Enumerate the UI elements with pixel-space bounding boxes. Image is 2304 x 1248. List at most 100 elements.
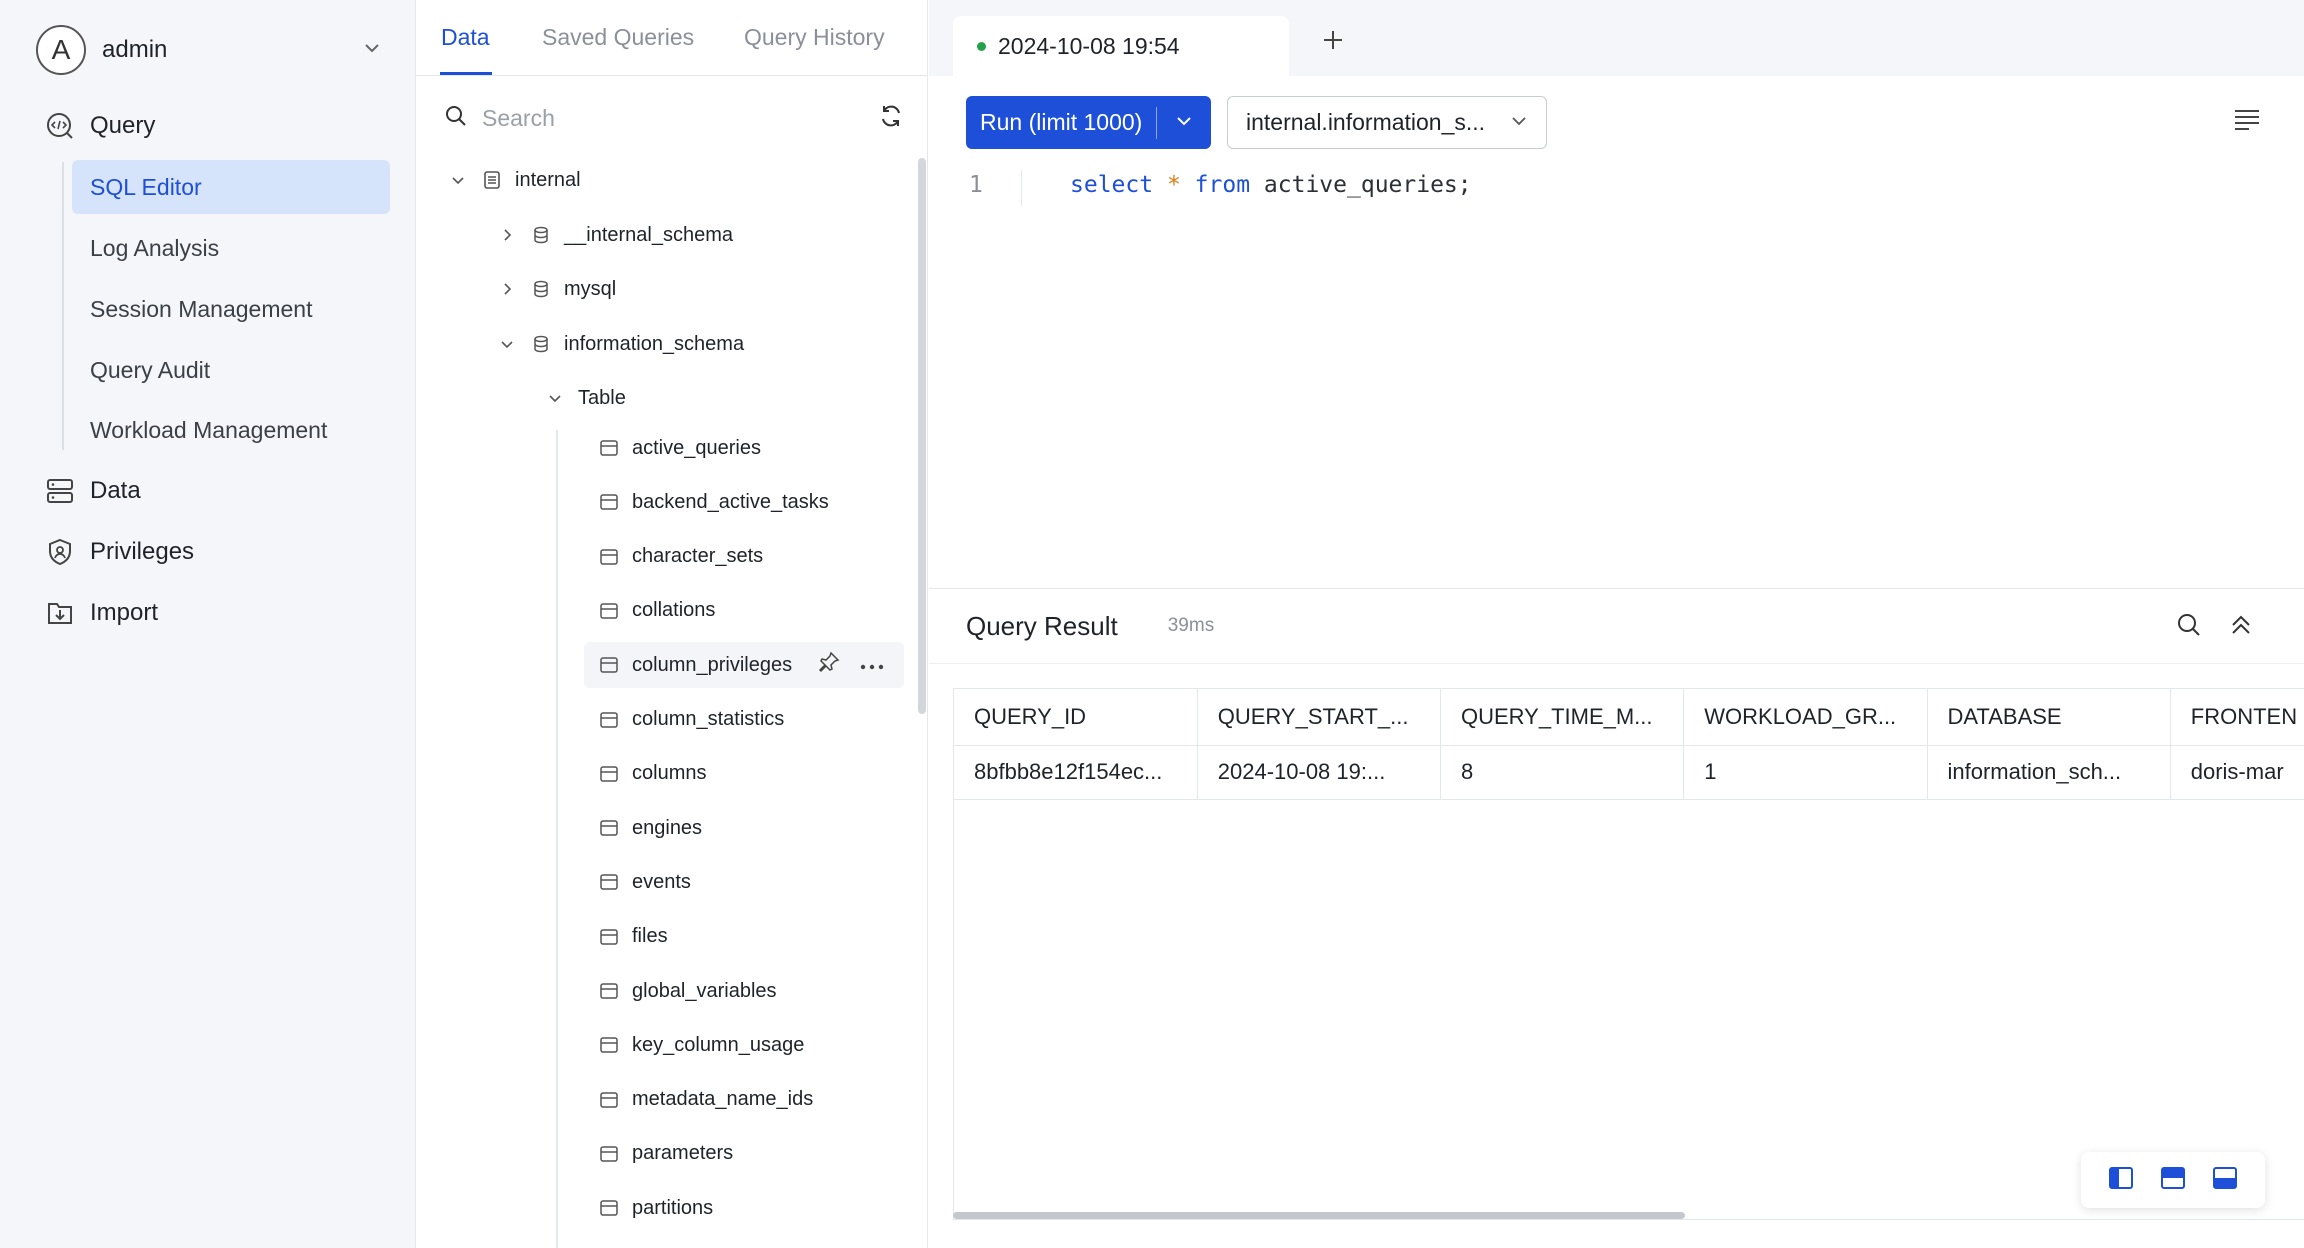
search-input[interactable] — [482, 104, 842, 132]
grid-horizontal-scrollbar[interactable] — [953, 1212, 1685, 1219]
nav-item-privileges[interactable]: Privileges — [44, 525, 194, 579]
table-icon — [598, 1034, 620, 1056]
column-header[interactable]: QUERY_TIME_M... — [1440, 689, 1685, 746]
nav-item-workload-management[interactable]: Workload Management — [72, 403, 390, 457]
catalog-icon — [481, 169, 503, 191]
pin-icon[interactable] — [818, 651, 840, 679]
layout-left-panel-icon[interactable] — [2108, 1166, 2134, 1195]
username: admin — [102, 36, 168, 63]
column-header[interactable]: DATABASE — [1927, 689, 2171, 746]
table-cell[interactable]: 2024-10-08 19:... — [1197, 745, 1442, 800]
table-node[interactable]: engines — [584, 805, 904, 851]
tree-node-schema[interactable]: __internal_schema — [496, 211, 733, 259]
layout-top-panel-icon[interactable] — [2160, 1166, 2186, 1195]
tab-data[interactable]: Data — [441, 24, 490, 51]
table-node[interactable]: global_variables — [584, 968, 904, 1014]
table-icon — [598, 1089, 620, 1111]
chevron-down-icon — [362, 38, 382, 63]
table-node[interactable]: metadata_name_ids — [584, 1077, 904, 1123]
tab-query-history[interactable]: Query History — [744, 24, 885, 51]
line-number: 1 — [969, 172, 983, 198]
editor-tab-bar: 2024-10-08 19:54 — [929, 0, 2304, 76]
table-node-label: character_sets — [632, 545, 764, 568]
table-icon — [598, 980, 620, 1002]
database-icon — [530, 224, 552, 246]
table-node[interactable]: partitions — [584, 1185, 904, 1231]
table-node[interactable]: column_privileges — [584, 642, 904, 689]
table-icon — [598, 871, 620, 893]
table-cell[interactable]: doris-mar — [2170, 745, 2304, 800]
table-node[interactable]: key_column_usage — [584, 1022, 904, 1068]
database-select[interactable]: internal.information_s... — [1227, 96, 1547, 149]
table-node[interactable]: active_queries — [584, 425, 904, 471]
nav-item-query[interactable]: Query — [44, 99, 155, 153]
table-node[interactable]: events — [584, 859, 904, 905]
table-node[interactable]: character_sets — [584, 534, 904, 580]
nav-item-sql-editor[interactable]: SQL Editor — [72, 160, 390, 214]
table-cell[interactable]: 1 — [1683, 745, 1928, 800]
add-tab-button[interactable] — [1317, 26, 1349, 58]
sql-keyword: from — [1194, 172, 1251, 198]
table-cell[interactable]: 8 — [1440, 745, 1685, 800]
table-node-label: partitions — [632, 1196, 714, 1219]
result-title: Query Result — [966, 610, 1118, 641]
nav-item-log-analysis[interactable]: Log Analysis — [72, 221, 390, 275]
tree-label: internal — [515, 168, 581, 191]
table-node-label: events — [632, 870, 691, 893]
result-search-button[interactable] — [2173, 611, 2205, 643]
nav-item-session-management[interactable]: Session Management — [72, 282, 390, 336]
table-node[interactable]: backend_active_tasks — [584, 479, 904, 525]
nav-item-data[interactable]: Data — [44, 464, 141, 518]
table-node[interactable]: columns — [584, 751, 904, 797]
tree-node-table-group[interactable]: Table — [544, 374, 626, 422]
table-node-label: engines — [632, 816, 703, 839]
column-header[interactable]: QUERY_ID — [954, 689, 1198, 746]
column-header[interactable]: FRONTEN — [2170, 689, 2304, 746]
table-node-label: key_column_usage — [632, 1033, 805, 1056]
user-menu[interactable]: A admin — [36, 24, 382, 76]
status-dot — [977, 41, 986, 51]
nav-label-data: Data — [90, 477, 141, 504]
column-header[interactable]: QUERY_START_... — [1197, 689, 1442, 746]
editor-tab-title: 2024-10-08 19:54 — [998, 32, 1180, 59]
search-bar — [444, 98, 904, 138]
table-node-label: columns — [632, 762, 707, 785]
plus-icon — [1321, 28, 1345, 57]
chevron-down-icon — [544, 387, 566, 409]
tree-node-catalog[interactable]: internal — [447, 156, 581, 204]
nav-item-query-audit[interactable]: Query Audit — [72, 343, 390, 397]
chevron-down-icon — [1175, 109, 1193, 136]
chevron-right-icon — [496, 224, 518, 246]
row-actions — [818, 651, 884, 679]
result-header: Query Result 39ms — [929, 588, 2304, 664]
run-button-label: Run (limit 1000) — [980, 109, 1143, 135]
table-cell[interactable]: information_sch... — [1927, 745, 2171, 800]
nav-label-import: Import — [90, 599, 159, 626]
nav-label-privileges: Privileges — [90, 538, 195, 565]
editor-tab[interactable]: 2024-10-08 19:54 — [953, 16, 1289, 76]
tree-scrollbar[interactable] — [918, 158, 926, 714]
layout-bottom-panel-icon[interactable] — [2212, 1166, 2238, 1195]
chevron-right-icon — [496, 278, 518, 300]
tree-label: Table — [578, 386, 626, 409]
run-button[interactable]: Run (limit 1000) — [966, 96, 1211, 149]
tree-guide-line — [556, 430, 558, 1248]
table-node[interactable]: parameters — [584, 1131, 904, 1177]
table-node[interactable]: files — [584, 914, 904, 960]
refresh-icon[interactable] — [878, 103, 904, 134]
code-editor[interactable]: 1 select * from active_queries; — [929, 160, 2304, 590]
table-node[interactable]: collations — [584, 588, 904, 634]
collapse-button[interactable] — [2225, 611, 2257, 643]
run-options-button[interactable] — [1157, 109, 1211, 136]
nav-item-import[interactable]: Import — [44, 586, 158, 640]
more-icon[interactable] — [860, 654, 884, 677]
tree-node-schema[interactable]: mysql — [496, 265, 616, 313]
table-row[interactable]: 8bfbb8e12f154ec... 2024-10-08 19:... 8 1 inf… — [954, 745, 2304, 800]
database-icon — [530, 278, 552, 300]
format-button[interactable] — [2231, 106, 2263, 138]
tab-saved-queries[interactable]: Saved Queries — [542, 24, 694, 51]
table-cell[interactable]: 8bfbb8e12f154ec... — [954, 745, 1198, 800]
table-node[interactable]: column_statistics — [584, 697, 904, 743]
column-header[interactable]: WORKLOAD_GR... — [1683, 689, 1928, 746]
tree-node-schema[interactable]: information_schema — [496, 320, 744, 368]
